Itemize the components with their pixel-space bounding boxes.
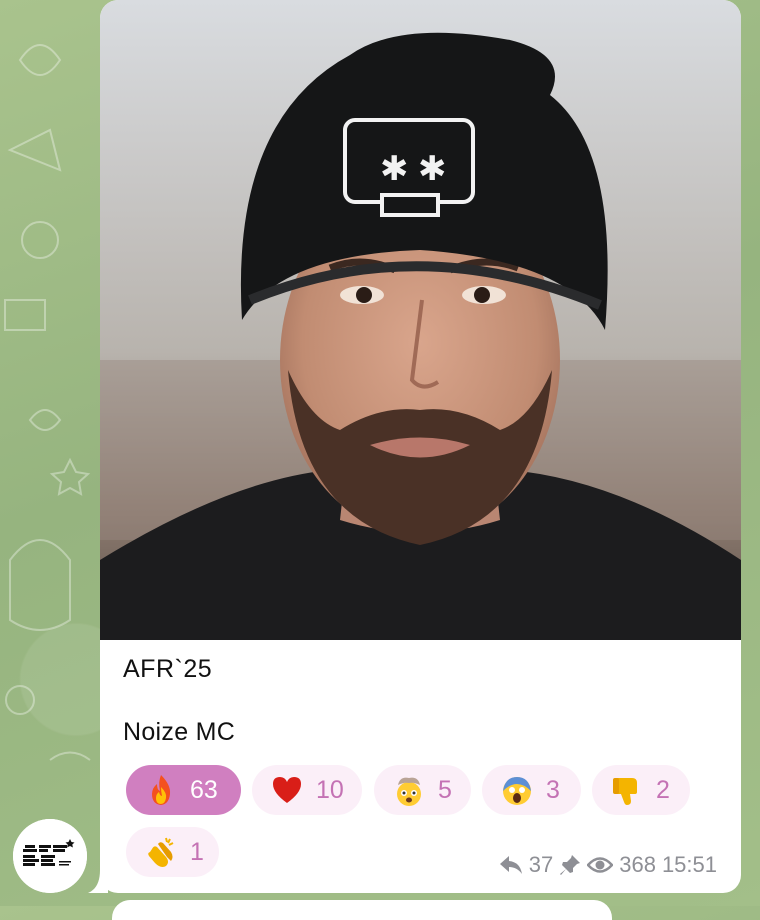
reaction-count: 10 [316, 775, 344, 804]
afr-logo [13, 819, 87, 893]
reaction-count: 63 [190, 775, 218, 804]
reaction-heart[interactable]: 10 [252, 765, 362, 815]
message-bubble: ✱ ✱ AFR`25 Noize MC 63 10 5 3 2 1 37 368… [100, 0, 741, 893]
bubble-tail [88, 870, 108, 893]
wallpaper-pattern [4, 44, 91, 761]
reaction-count: 3 [546, 775, 560, 804]
views-count: 368 [619, 852, 656, 877]
thumbs-down-icon [613, 778, 637, 805]
reaction-screaming[interactable]: 3 [482, 765, 581, 815]
reaction-count: 5 [438, 775, 452, 804]
next-message-edge [112, 900, 612, 920]
message-time: 15:51 [661, 852, 717, 877]
fire-icon [152, 775, 171, 805]
red-heart-icon [273, 777, 301, 803]
post-title: AFR`25 [123, 655, 213, 683]
reaction-clap[interactable]: 1 [126, 827, 219, 877]
channel-avatar[interactable] [13, 819, 87, 893]
reaction-thumbs-down[interactable]: 2 [592, 765, 690, 815]
screaming-face-icon [503, 777, 531, 805]
reaction-fire[interactable]: 63 [126, 765, 241, 815]
reaction-count: 2 [656, 775, 670, 804]
exploding-head-icon [397, 777, 421, 806]
post-photo[interactable]: ✱ ✱ [100, 0, 741, 640]
message-meta: 37 368 15:51 [499, 852, 717, 878]
reaction-exploding-head[interactable]: 5 [374, 765, 471, 815]
views-eye-icon [587, 857, 614, 873]
svg-text:✱: ✱ [380, 149, 409, 189]
post-subtitle: Noize MC [123, 718, 236, 746]
clapping-hands-icon [148, 837, 174, 867]
forward-icon [499, 856, 522, 874]
svg-text:✱: ✱ [418, 149, 447, 189]
pin-icon [560, 855, 581, 875]
forwards-count: 37 [528, 852, 554, 877]
reaction-count: 1 [190, 837, 204, 866]
